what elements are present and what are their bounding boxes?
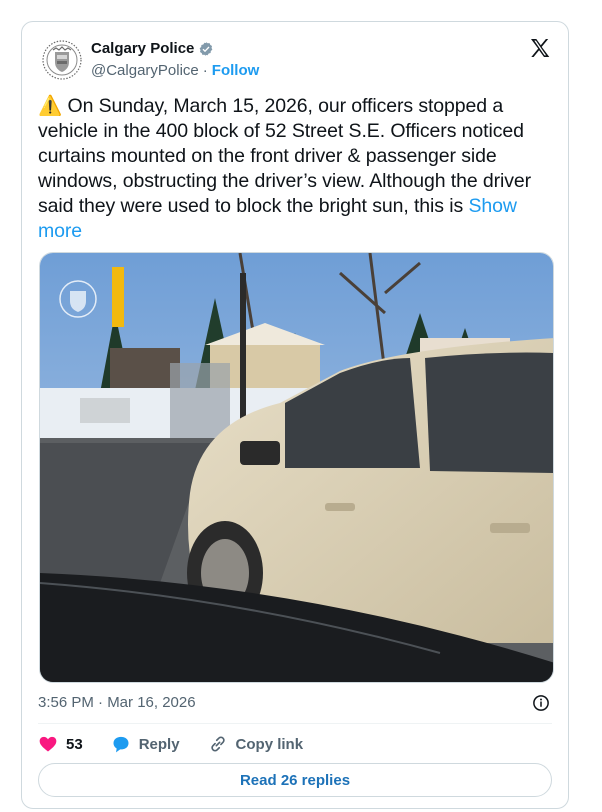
action-bar: 53 Reply Copy link <box>38 734 331 754</box>
copy-link-button[interactable]: Copy link <box>208 734 304 754</box>
tweet-text: ⚠️ On Sunday, March 15, 2026, our office… <box>38 94 558 244</box>
warning-emoji: ⚠️ <box>38 95 63 117</box>
separator-dot: · <box>202 62 208 79</box>
info-icon[interactable] <box>532 694 550 712</box>
author-handle[interactable]: @CalgaryPolice <box>91 62 199 79</box>
link-icon <box>210 736 225 752</box>
tweet-card: Calgary Police @CalgaryPolice · Follow ⚠… <box>21 21 569 809</box>
heart-icon <box>39 736 57 752</box>
read-replies-button[interactable]: Read 26 replies <box>38 763 552 797</box>
follow-button[interactable]: Follow <box>212 62 260 79</box>
verified-badge-icon <box>200 41 213 56</box>
reply-label: Reply <box>138 735 180 753</box>
avatar[interactable] <box>41 39 83 81</box>
x-logo-icon[interactable] <box>528 36 552 60</box>
copy-link-label: Copy link <box>235 735 304 753</box>
reply-bubble-icon <box>113 736 129 753</box>
like-count: 53 <box>66 735 83 753</box>
police-crest-icon <box>41 39 83 81</box>
divider <box>38 723 552 724</box>
tweet-timestamp[interactable]: 3:56 PM · Mar 16, 2026 <box>38 694 196 711</box>
reply-button[interactable]: Reply <box>111 734 180 754</box>
video-thumbnail[interactable] <box>39 252 554 683</box>
author-name[interactable]: Calgary Police <box>91 40 194 57</box>
like-button[interactable]: 53 <box>38 734 83 754</box>
video-frame <box>40 253 553 682</box>
tweet-body: On Sunday, March 15, 2026, our officers … <box>38 95 532 217</box>
